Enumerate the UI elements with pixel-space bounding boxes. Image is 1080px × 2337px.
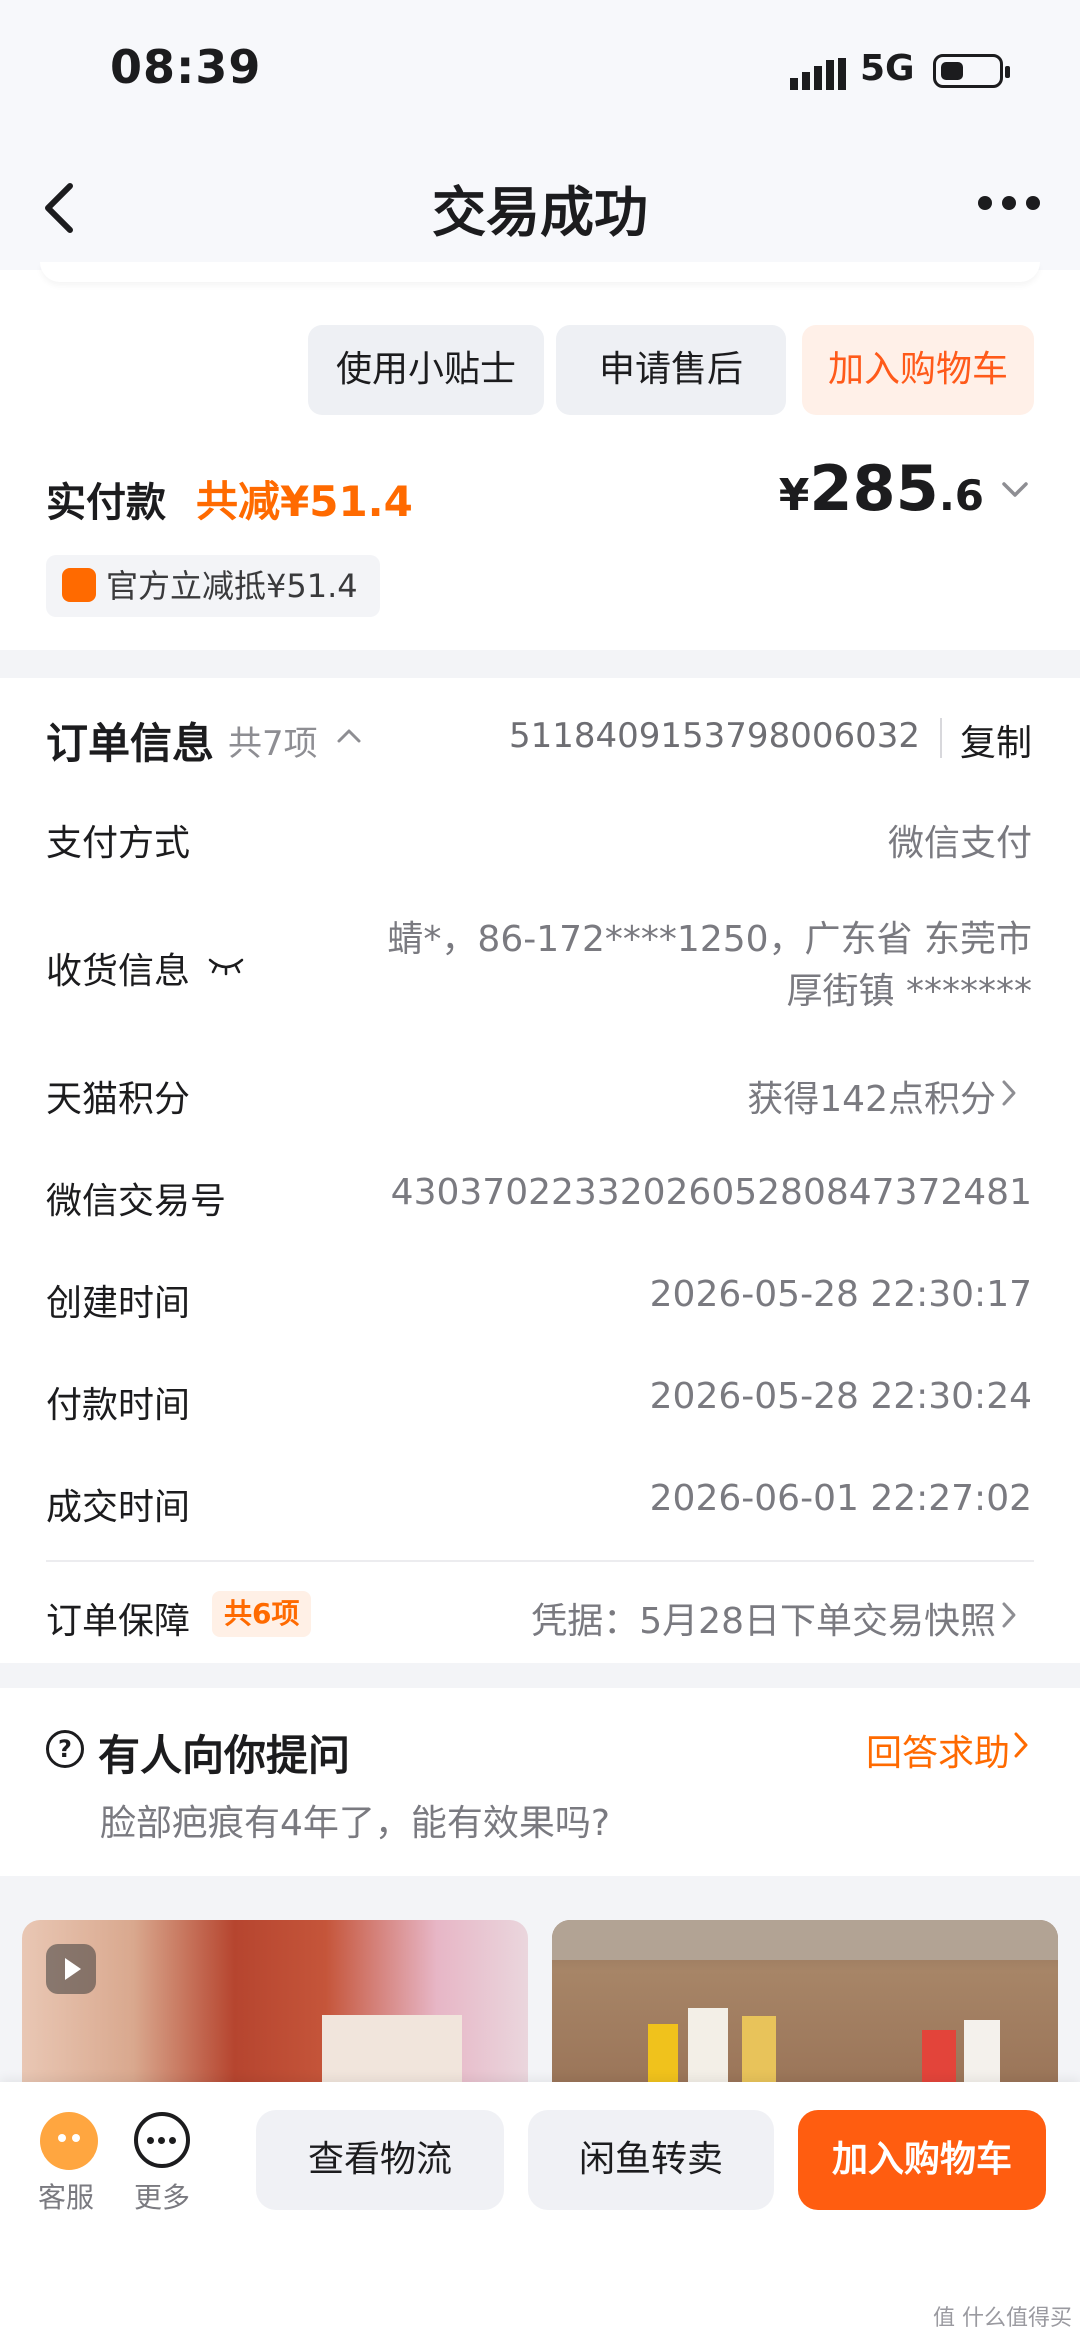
row-value-payment-method: 微信支付 [887, 823, 1032, 864]
more-options-icon[interactable] [978, 196, 1040, 216]
row-value-shipping-info: 蜻*，86-172****1250，广东省 东莞市 厚街镇 ******* [387, 919, 1032, 1012]
recommend-image[interactable] [22, 1920, 528, 2090]
add-to-cart-pill[interactable]: 加入购物车 [802, 325, 1034, 415]
row-label-shipping-info: 收货信息 [46, 951, 191, 992]
image-detail [922, 2030, 956, 2090]
row-label-payment-method: 支付方式 [46, 823, 191, 864]
play-icon [46, 1944, 96, 1994]
watermark: 值 什么值得买 [933, 2306, 1072, 2331]
image-detail [964, 2020, 1000, 2090]
image-detail [322, 2015, 462, 2090]
row-value-deal-time: 2026-06-01 22:27:02 [649, 1478, 1032, 1519]
question-icon: ? [46, 1730, 84, 1768]
image-detail [648, 2024, 678, 2090]
paid-amount[interactable]: ¥285.6 [779, 452, 984, 525]
customer-service-icon[interactable] [40, 2112, 98, 2170]
xianyu-resell-button[interactable]: 闲鱼转卖 [528, 2110, 774, 2210]
price-integer: 285 [809, 452, 939, 525]
tips-button[interactable]: 使用小贴士 [308, 325, 544, 415]
copy-button[interactable]: 复制 [960, 714, 1032, 766]
coupon-icon [62, 568, 96, 602]
guarantee-count-badge: 共6项 [212, 1591, 312, 1637]
row-label-tmall-points: 天猫积分 [46, 1079, 191, 1120]
row-value-created-time: 2026-05-28 22:30:17 [649, 1274, 1032, 1315]
customer-service-label[interactable]: 客服 [38, 2176, 94, 2216]
order-info-title: 订单信息 [46, 719, 215, 768]
after-sale-button[interactable]: 申请售后 [556, 325, 786, 415]
card-edge [40, 262, 1040, 282]
row-label-created-time: 创建时间 [46, 1283, 191, 1324]
recommend-image[interactable] [552, 1920, 1058, 2090]
battery-icon [933, 54, 1010, 88]
currency-symbol: ¥ [778, 470, 810, 521]
image-detail [742, 2016, 776, 2090]
more-label[interactable]: 更多 [134, 2176, 190, 2216]
eye-closed-icon[interactable] [206, 956, 246, 976]
paid-label: 实付款 [46, 480, 166, 526]
add-to-cart-button[interactable]: 加入购物车 [798, 2110, 1046, 2210]
question-title: 有人向你提问 [98, 1731, 351, 1780]
chevron-right-icon[interactable] [1000, 1600, 1018, 1630]
coupon-text: 官方立减抵¥51.4 [106, 567, 358, 605]
signal-icon [790, 58, 846, 90]
row-label-paid-time: 付款时间 [46, 1385, 191, 1426]
coupon-tag: 官方立减抵¥51.4 [46, 555, 380, 617]
price-decimal: .6 [938, 471, 984, 520]
chevron-right-icon[interactable] [1012, 1730, 1030, 1760]
row-label-order-guarantee: 订单保障 [46, 1601, 191, 1642]
row-label-deal-time: 成交时间 [46, 1487, 191, 1528]
row-value-paid-time: 2026-05-28 22:30:24 [649, 1376, 1032, 1417]
chevron-up-icon[interactable] [336, 726, 362, 744]
chevron-down-icon[interactable] [1000, 478, 1030, 502]
status-time: 08:39 [110, 40, 262, 94]
network-label: 5G [860, 48, 915, 89]
order-number: 5118409153798006032 [508, 716, 920, 756]
guarantee-snapshot-link[interactable]: 凭据：5月28日下单交易快照 [531, 1592, 996, 1644]
image-detail [688, 2008, 728, 2090]
view-logistics-button[interactable]: 查看物流 [256, 2110, 504, 2210]
row-label-wechat-trade-no: 微信交易号 [46, 1181, 227, 1222]
row-value-wechat-trade-no: 4303702233202605280847372481 [390, 1172, 1032, 1213]
more-icon[interactable] [134, 2112, 190, 2168]
question-text: 脸部疤痕有4年了，能有效果吗? [100, 1803, 611, 1844]
image-detail [552, 1920, 1058, 1960]
divider [940, 718, 942, 758]
answer-help-link[interactable]: 回答求助 [866, 1724, 1010, 1776]
page-title: 交易成功 [432, 181, 648, 244]
chevron-right-icon[interactable] [1000, 1078, 1018, 1108]
discount-total: 共减¥51.4 [196, 477, 413, 526]
order-info-count[interactable]: 共7项 [228, 716, 318, 765]
row-value-tmall-points[interactable]: 获得142点积分 [747, 1070, 996, 1122]
divider [46, 1560, 1034, 1562]
